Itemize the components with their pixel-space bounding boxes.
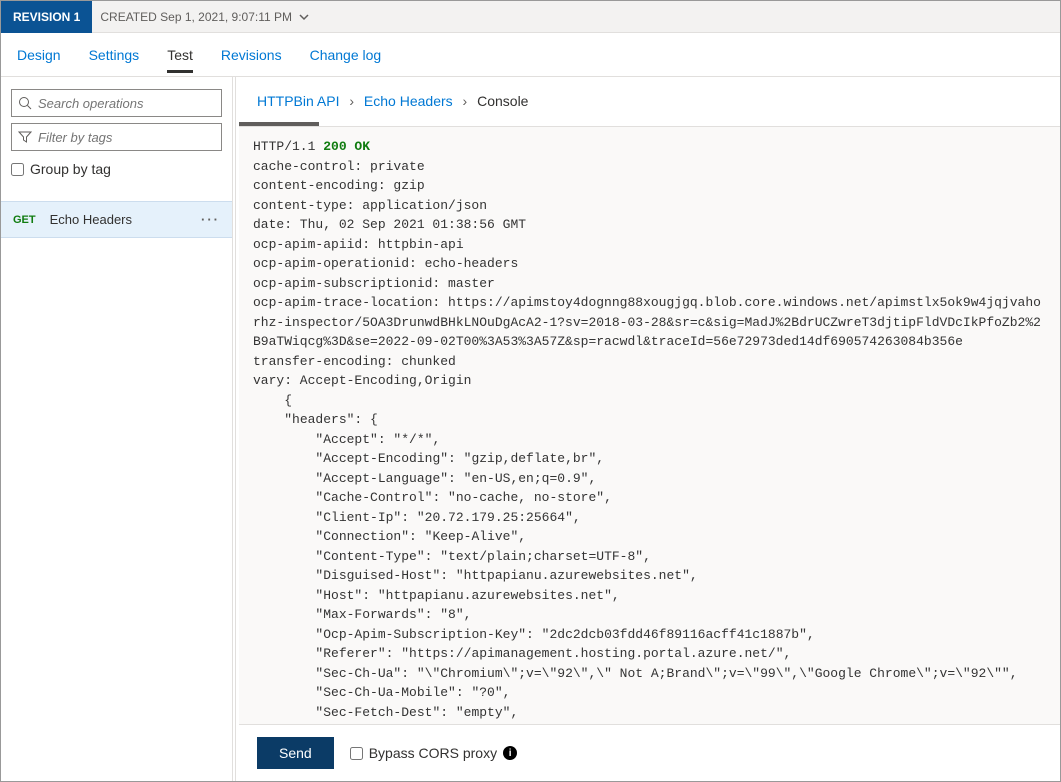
http-response: HTTP/1.1 200 OK cache-control: private c… [239,127,1060,724]
response-headers: cache-control: private content-encoding:… [253,159,1041,389]
operation-label: Echo Headers [50,212,201,227]
chevron-down-icon [298,11,310,23]
sidebar: Group by tag GET Echo Headers ··· [1,77,233,781]
filter-by-tags[interactable] [11,123,222,151]
search-icon [18,96,32,110]
revision-bar: REVISION 1 CREATED Sep 1, 2021, 9:07:11 … [1,1,1060,33]
tab-revisions[interactable]: Revisions [221,37,282,73]
status-code: 200 OK [323,139,370,154]
tab-bar: Design Settings Test Revisions Change lo… [1,33,1060,77]
search-input[interactable] [38,96,215,111]
response-body-pre: { "headers": { "Accept": "*/*", "Accept-… [253,393,1018,725]
tab-design[interactable]: Design [17,37,61,73]
footer: Send Bypass CORS proxy i [239,724,1060,781]
send-button[interactable]: Send [257,737,334,769]
search-operations[interactable] [11,89,222,117]
group-by-checkbox[interactable] [11,163,24,176]
breadcrumb-current: Console [477,93,528,109]
filter-icon [18,130,32,144]
tab-settings[interactable]: Settings [89,37,140,73]
group-by-tag[interactable]: Group by tag [11,161,222,177]
console-tab-indicator [239,122,319,126]
content-area: HTTPBin API › Echo Headers › Console HTT… [239,77,1060,781]
revision-created-label[interactable]: CREATED Sep 1, 2021, 9:07:11 PM [100,10,310,24]
tab-test[interactable]: Test [167,37,193,73]
bypass-cors[interactable]: Bypass CORS proxy i [350,745,517,761]
operations-list: GET Echo Headers ··· [1,201,232,238]
info-icon[interactable]: i [503,746,517,760]
operation-method: GET [13,214,36,226]
breadcrumb-api[interactable]: HTTPBin API [257,93,339,109]
filter-input[interactable] [38,130,215,145]
tab-change-log[interactable]: Change log [310,37,382,73]
operation-more-icon[interactable]: ··· [201,212,220,227]
response-scroll[interactable]: HTTP/1.1 200 OK cache-control: private c… [239,127,1060,724]
operation-item-echo-headers[interactable]: GET Echo Headers ··· [1,201,232,238]
revision-badge[interactable]: REVISION 1 [1,1,92,33]
breadcrumb: HTTPBin API › Echo Headers › Console [239,77,1060,122]
bypass-cors-checkbox[interactable] [350,747,363,760]
breadcrumb-operation[interactable]: Echo Headers [364,93,453,109]
